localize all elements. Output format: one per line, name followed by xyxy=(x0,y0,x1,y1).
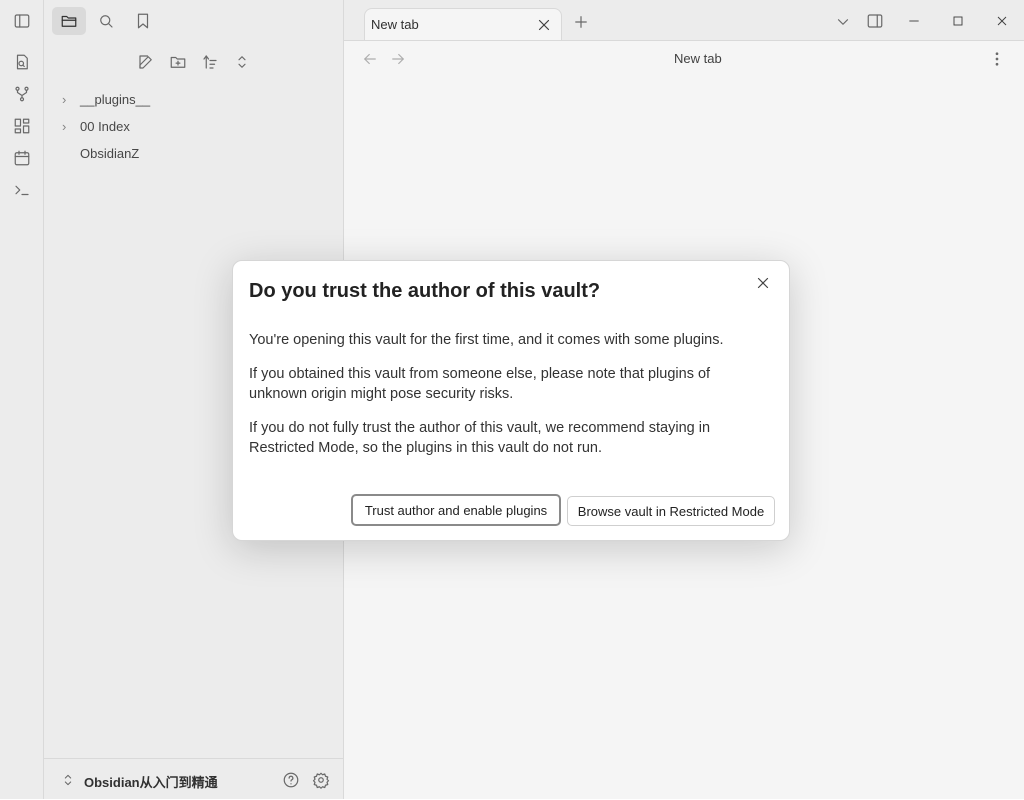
dialog-paragraph: You're opening this vault for the first … xyxy=(249,332,724,348)
dialog-paragraph: If you obtained this vault from someone … xyxy=(249,366,711,402)
dialog-paragraph: If you do not fully trust the author of … xyxy=(249,420,711,456)
dialog-title: Do you trust the author of this vault? xyxy=(249,280,601,302)
close-dialog-icon[interactable] xyxy=(751,271,775,295)
trust-vault-dialog: Do you trust the author of this vault? Y… xyxy=(232,260,790,541)
trust-author-button[interactable]: Trust author and enable plugins xyxy=(351,494,561,526)
restricted-mode-button[interactable]: Browse vault in Restricted Mode xyxy=(567,496,775,526)
